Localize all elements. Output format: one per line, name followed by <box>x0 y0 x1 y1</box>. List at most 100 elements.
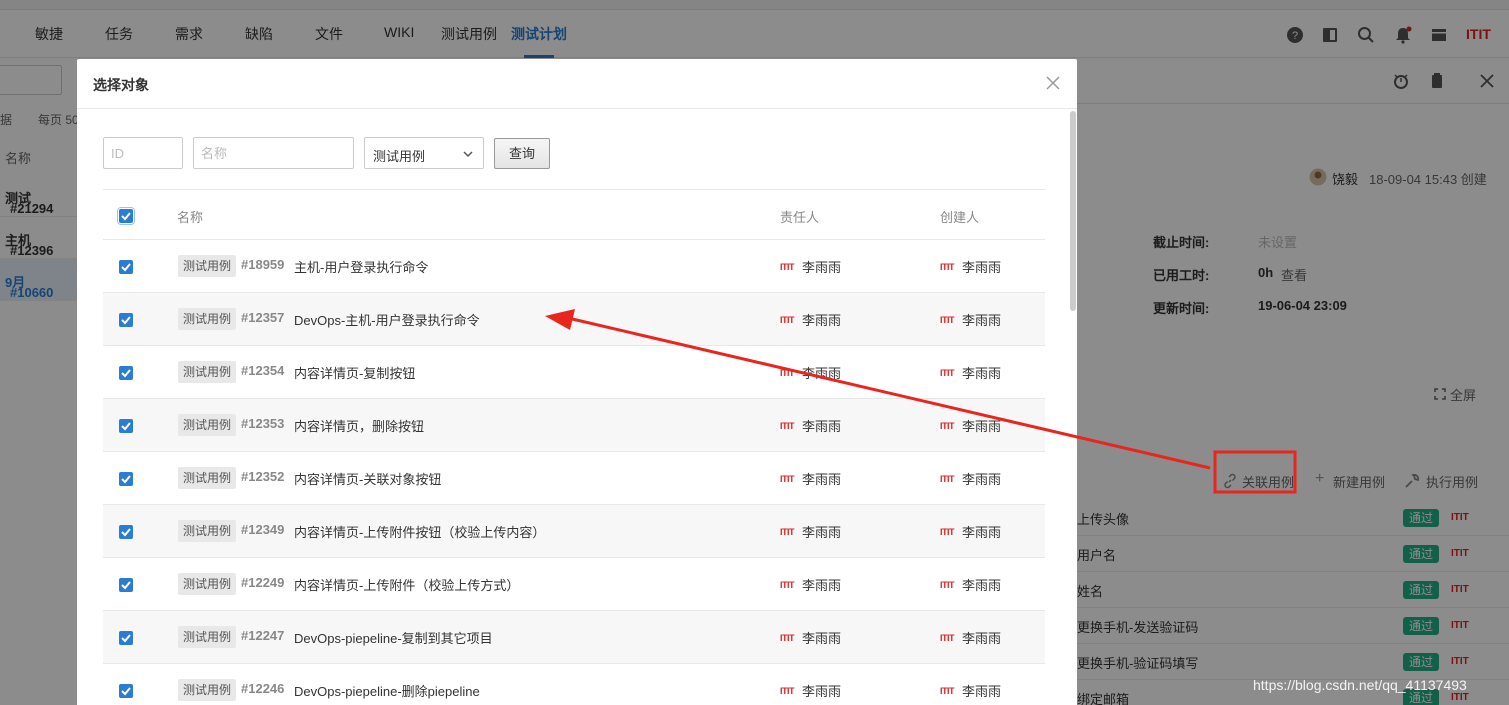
row-checkbox[interactable] <box>119 684 133 698</box>
check-icon <box>121 475 131 484</box>
creator-name: 李雨雨 <box>962 366 1002 381</box>
case-id: #12354 <box>241 363 285 378</box>
creator-cell: ITIT 李雨雨 <box>940 681 1001 699</box>
creator-avatar: ITIT <box>940 526 955 537</box>
assignee-avatar: ITIT <box>780 261 795 272</box>
case-type-tag: 测试用例 <box>178 626 237 648</box>
creator-cell: ITIT 李雨雨 <box>940 416 1001 434</box>
dialog-title: 选择对象 <box>93 77 149 93</box>
case-name[interactable]: 主机-用户登录执行命令 <box>294 257 428 276</box>
check-icon <box>121 316 131 325</box>
row-checkbox[interactable] <box>119 578 133 592</box>
assignee-name: 李雨雨 <box>802 525 842 540</box>
creator-name: 李雨雨 <box>962 631 1002 646</box>
row-checkbox[interactable] <box>119 366 133 380</box>
table-row[interactable]: 测试用例 #12353 内容详情页，删除按钮 ITIT 李雨雨 ITIT 李雨雨 <box>103 399 1045 452</box>
case-name[interactable]: 内容详情页-上传附件（校验上传方式） <box>294 575 519 594</box>
assignee-name: 李雨雨 <box>802 260 842 275</box>
creator-name: 李雨雨 <box>962 313 1002 328</box>
table-row[interactable]: 测试用例 #12247 DevOps-piepeline-复制到其它项目 ITIT 李雨… <box>103 611 1045 664</box>
creator-avatar: ITIT <box>940 261 955 272</box>
assignee-name: 李雨雨 <box>802 419 842 434</box>
assignee-name: 李雨雨 <box>802 472 842 487</box>
select-object-dialog: 选择对象 测试用例 查询 名称 责任人 创建人 测试用例 #18959 主机-用户登… <box>77 59 1077 705</box>
assignee-name: 李雨雨 <box>802 631 842 646</box>
case-name[interactable]: 内容详情页-上传附件按钮（校验上传内容） <box>294 522 545 541</box>
table-header: 名称 责任人 创建人 <box>103 189 1045 240</box>
row-checkbox[interactable] <box>119 472 133 486</box>
case-name[interactable]: 内容详情页-关联对象按钮 <box>294 469 441 488</box>
case-name[interactable]: 内容详情页-复制按钮 <box>294 363 415 382</box>
table-row[interactable]: 测试用例 #12354 内容详情页-复制按钮 ITIT 李雨雨 ITIT 李雨雨 <box>103 346 1045 399</box>
table-row[interactable]: 测试用例 #12249 内容详情页-上传附件（校验上传方式） ITIT 李雨雨 ITIT 李… <box>103 558 1045 611</box>
assignee-avatar: ITIT <box>780 473 795 484</box>
table-row[interactable]: 测试用例 #18959 主机-用户登录执行命令 ITIT 李雨雨 ITIT 李雨雨 <box>103 240 1045 293</box>
assignee-cell: ITIT 李雨雨 <box>780 416 841 434</box>
creator-cell: ITIT 李雨雨 <box>940 628 1001 646</box>
dialog-header: 选择对象 <box>77 59 1077 109</box>
creator-cell: ITIT 李雨雨 <box>940 310 1001 328</box>
type-filter-select[interactable]: 测试用例 <box>364 137 484 169</box>
creator-cell: ITIT 李雨雨 <box>940 363 1001 381</box>
row-checkbox[interactable] <box>119 525 133 539</box>
assignee-avatar: ITIT <box>780 632 795 643</box>
assignee-cell: ITIT 李雨雨 <box>780 469 841 487</box>
close-icon[interactable] <box>1043 73 1063 93</box>
case-id: #12249 <box>241 575 285 590</box>
check-icon <box>121 581 131 590</box>
case-type-tag: 测试用例 <box>178 467 237 489</box>
creator-avatar: ITIT <box>940 632 955 643</box>
case-type-tag: 测试用例 <box>178 414 237 436</box>
case-name[interactable]: DevOps-piepeline-复制到其它项目 <box>294 628 493 647</box>
row-checkbox[interactable] <box>119 631 133 645</box>
case-name[interactable]: DevOps-主机-用户登录执行命令 <box>294 310 480 329</box>
column-name: 名称 <box>177 210 204 225</box>
creator-avatar: ITIT <box>940 367 955 378</box>
query-button[interactable]: 查询 <box>494 138 550 169</box>
case-type-tag: 测试用例 <box>178 679 237 701</box>
check-icon <box>121 212 131 221</box>
assignee-cell: ITIT 李雨雨 <box>780 363 841 381</box>
case-id: #12353 <box>241 416 285 431</box>
case-type-tag: 测试用例 <box>178 361 237 383</box>
case-id: #12247 <box>241 628 285 643</box>
assignee-avatar: ITIT <box>780 579 795 590</box>
creator-name: 李雨雨 <box>962 684 1002 699</box>
assignee-name: 李雨雨 <box>802 578 842 593</box>
assignee-cell: ITIT 李雨雨 <box>780 522 841 540</box>
creator-avatar: ITIT <box>940 579 955 590</box>
column-creator: 创建人 <box>940 210 980 225</box>
row-checkbox[interactable] <box>119 313 133 327</box>
creator-cell: ITIT 李雨雨 <box>940 575 1001 593</box>
table-row[interactable]: 测试用例 #12349 内容详情页-上传附件按钮（校验上传内容） ITIT 李雨雨 ITI… <box>103 505 1045 558</box>
case-type-tag: 测试用例 <box>178 255 237 277</box>
table-row[interactable]: 测试用例 #12246 DevOps-piepeline-删除piepeline IT… <box>103 664 1045 705</box>
column-assignee: 责任人 <box>780 210 820 225</box>
creator-cell: ITIT 李雨雨 <box>940 469 1001 487</box>
type-filter-value: 测试用例 <box>373 149 426 164</box>
assignee-avatar: ITIT <box>780 685 795 696</box>
watermark: https://blog.csdn.net/qq_41137493 <box>1253 677 1467 693</box>
case-id: #18959 <box>241 257 285 272</box>
table-row[interactable]: 测试用例 #12357 DevOps-主机-用户登录执行命令 ITIT 李雨雨 ITIT 李… <box>103 293 1045 346</box>
assignee-name: 李雨雨 <box>802 313 842 328</box>
check-icon <box>121 634 131 643</box>
check-icon <box>121 687 131 696</box>
row-checkbox[interactable] <box>119 260 133 274</box>
creator-name: 李雨雨 <box>962 419 1002 434</box>
case-type-tag: 测试用例 <box>178 573 237 595</box>
creator-name: 李雨雨 <box>962 578 1002 593</box>
select-all-checkbox[interactable] <box>117 207 135 225</box>
id-filter-input[interactable] <box>103 137 183 169</box>
creator-avatar: ITIT <box>940 420 955 431</box>
assignee-avatar: ITIT <box>780 314 795 325</box>
case-name[interactable]: DevOps-piepeline-删除piepeline <box>294 681 480 700</box>
check-icon <box>121 369 131 378</box>
creator-name: 李雨雨 <box>962 260 1002 275</box>
row-checkbox[interactable] <box>119 419 133 433</box>
name-filter-input[interactable] <box>193 137 354 169</box>
table-row[interactable]: 测试用例 #12352 内容详情页-关联对象按钮 ITIT 李雨雨 ITIT 李雨雨 <box>103 452 1045 505</box>
creator-name: 李雨雨 <box>962 472 1002 487</box>
dialog-scrollbar[interactable] <box>1070 111 1076 311</box>
case-name[interactable]: 内容详情页，删除按钮 <box>294 416 424 435</box>
